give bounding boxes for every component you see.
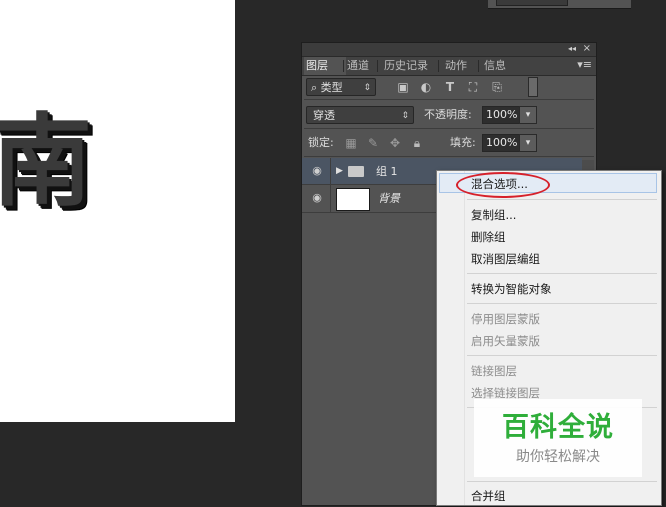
eye-icon[interactable]: ◉ (310, 165, 324, 177)
watermark-title: 百科全说 (502, 412, 614, 443)
fill-label: 填充: (450, 136, 476, 149)
layer-thumbnail (336, 188, 370, 211)
document-canvas[interactable]: 南 (0, 0, 235, 422)
annotation-ellipse (456, 172, 550, 198)
lock-position-icon[interactable]: ✥ (388, 135, 402, 151)
opacity-label: 不透明度: (424, 108, 472, 121)
shape-filter-icon[interactable]: ⛶ (466, 79, 480, 95)
panel-menu-icon[interactable]: ▾≡ (577, 58, 592, 71)
filter-type-label: 类型 (320, 81, 343, 94)
folder-icon (348, 166, 364, 177)
lock-all-icon[interactable]: 🔒︎ (410, 135, 424, 151)
layer-filter-select[interactable]: ⌕ 类型 ⇕ (306, 78, 376, 96)
tab-actions[interactable]: 动作 (443, 57, 469, 75)
expand-triangle-icon[interactable]: ▶ (336, 158, 343, 185)
menu-item-enable-vector-mask: 启用矢量蒙版 (471, 334, 540, 348)
opacity-dropdown-button[interactable]: ▾ (519, 106, 537, 124)
tab-channels[interactable]: 通道 (345, 57, 371, 75)
tab-layers[interactable]: 图层 (304, 57, 346, 75)
watermark-subtitle: 助你轻松解决 (516, 449, 600, 465)
layer-name: 背景 (378, 192, 400, 205)
search-icon: ⌕ (311, 81, 321, 94)
blend-mode-select[interactable]: 穿透 ⇕ (306, 106, 414, 124)
menu-item-duplicate-group[interactable]: 复制组... (437, 204, 661, 226)
menu-item-ungroup-layers[interactable]: 取消图层编组 (437, 248, 661, 270)
lock-transparent-icon[interactable]: ▦ (344, 135, 358, 151)
text-filter-icon[interactable]: T (443, 79, 457, 95)
panel-title-bar[interactable]: ◂◂ × (302, 43, 596, 57)
blend-mode-value: 穿透 (313, 109, 335, 122)
lock-pixels-icon[interactable]: ✎ (366, 135, 380, 151)
opacity-input[interactable]: 100% (482, 106, 520, 124)
fill-input[interactable]: 100% (482, 134, 520, 152)
tab-history[interactable]: 历史记录 (382, 57, 430, 75)
image-filter-icon[interactable]: ▣ (396, 79, 410, 95)
chevron-updown-icon: ⇕ (401, 111, 409, 121)
menu-item-convert-smart-object[interactable]: 转换为智能对象 (437, 278, 661, 300)
top-panel-fragment (488, 0, 631, 9)
layer-name: 组 1 (376, 165, 398, 178)
collapse-icon[interactable]: ◂◂ (568, 44, 576, 53)
watermark: 百科全说 助你轻松解决 (474, 399, 642, 477)
smart-object-filter-icon[interactable]: ⎘ (490, 79, 504, 95)
tab-info[interactable]: 信息 (482, 57, 508, 75)
panel-tabs: 图层 通道 历史记录 动作 信息 ▾≡ (302, 57, 596, 76)
eye-icon[interactable]: ◉ (310, 192, 324, 204)
close-icon[interactable]: × (583, 43, 591, 54)
menu-item-link-layers: 链接图层 (471, 364, 517, 378)
menu-item-disable-layer-mask: 停用图层蒙版 (471, 312, 540, 326)
filter-toggle-switch[interactable] (528, 77, 538, 97)
chevron-updown-icon: ⇕ (363, 83, 371, 93)
fill-dropdown-button[interactable]: ▾ (519, 134, 537, 152)
canvas-text-glyph: 南 (0, 103, 92, 220)
adjustment-filter-icon[interactable]: ◐ (419, 79, 433, 95)
lock-label: 锁定: (308, 136, 334, 149)
menu-item-delete-group[interactable]: 删除组 (437, 226, 661, 248)
